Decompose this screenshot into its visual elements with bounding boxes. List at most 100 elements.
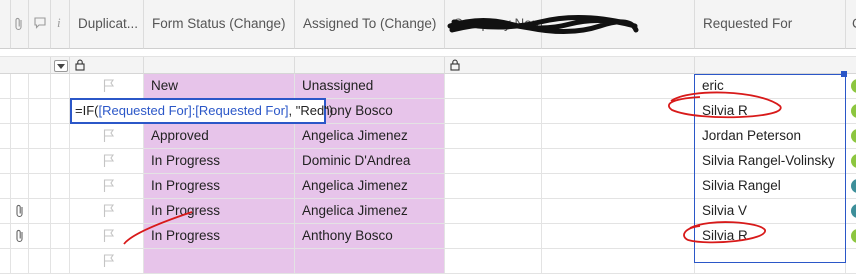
- cell-assigned[interactable]: Dominic D'Andrea: [295, 149, 445, 174]
- cell-rownum[interactable]: [0, 74, 11, 99]
- cell-assigned[interactable]: Unassigned: [295, 74, 445, 99]
- cell-dup[interactable]: [70, 199, 144, 224]
- flag-icon[interactable]: [103, 79, 115, 93]
- flag-icon[interactable]: [103, 229, 115, 243]
- cell-redacted[interactable]: [542, 124, 695, 149]
- selection-handle[interactable]: [841, 71, 847, 77]
- cell-redacted[interactable]: [542, 199, 695, 224]
- flag-icon[interactable]: [103, 179, 115, 193]
- cell-last[interactable]: [846, 124, 856, 149]
- cell-info[interactable]: [51, 99, 70, 124]
- cell-status[interactable]: In Progress: [144, 199, 295, 224]
- column-header-duplicate[interactable]: Duplicat...: [70, 0, 144, 49]
- cell-redacted[interactable]: [542, 74, 695, 99]
- cell-last[interactable]: [846, 249, 856, 274]
- paperclip-icon[interactable]: [15, 204, 25, 218]
- cell-status[interactable]: In Progress: [144, 174, 295, 199]
- column-header-last[interactable]: C: [846, 0, 856, 49]
- cell-info[interactable]: [51, 174, 70, 199]
- cell-last[interactable]: [846, 149, 856, 174]
- cell-assigned[interactable]: Anthony Bosco: [295, 224, 445, 249]
- cell-info[interactable]: [51, 124, 70, 149]
- cell-company[interactable]: [445, 74, 542, 99]
- cell-comment[interactable]: [29, 224, 51, 249]
- lock-cell-company[interactable]: [445, 57, 542, 74]
- cell-comment[interactable]: [29, 124, 51, 149]
- cell-attach[interactable]: [11, 74, 29, 99]
- cell-status[interactable]: In Progress: [144, 149, 295, 174]
- cell-status[interactable]: [144, 249, 295, 274]
- cell-redacted[interactable]: [542, 249, 695, 274]
- cell-comment[interactable]: [29, 74, 51, 99]
- cell-attach[interactable]: [11, 224, 29, 249]
- dropdown-button[interactable]: [54, 60, 68, 72]
- cell-comment[interactable]: [29, 174, 51, 199]
- flag-icon[interactable]: [103, 129, 115, 143]
- paperclip-icon[interactable]: [15, 229, 25, 243]
- cell-dup[interactable]: [70, 174, 144, 199]
- cell-rownum[interactable]: [0, 249, 11, 274]
- cell-info[interactable]: [51, 249, 70, 274]
- flag-icon[interactable]: [103, 254, 115, 268]
- header-attachment[interactable]: [11, 0, 29, 49]
- lock-cell-duplicate[interactable]: [70, 57, 144, 74]
- flag-icon[interactable]: [103, 204, 115, 218]
- cell-company[interactable]: [445, 174, 542, 199]
- cell-last[interactable]: [846, 199, 856, 224]
- cell-info[interactable]: [51, 149, 70, 174]
- cell-assigned[interactable]: Angelica Jimenez: [295, 199, 445, 224]
- cell-dup[interactable]: [70, 124, 144, 149]
- cell-rownum[interactable]: [0, 174, 11, 199]
- cell-dup[interactable]: [70, 249, 144, 274]
- cell-attach[interactable]: [11, 174, 29, 199]
- cell-rownum[interactable]: [0, 149, 11, 174]
- cell-dup[interactable]: [70, 149, 144, 174]
- cell-status[interactable]: Approved: [144, 124, 295, 149]
- cell-company[interactable]: [445, 99, 542, 124]
- cell-redacted[interactable]: [542, 224, 695, 249]
- cell-comment[interactable]: [29, 249, 51, 274]
- cell-redacted[interactable]: [542, 99, 695, 124]
- header-info[interactable]: i: [51, 0, 70, 49]
- cell-company[interactable]: [445, 249, 542, 274]
- cell-assigned[interactable]: Angelica Jimenez: [295, 174, 445, 199]
- lock-row-menu[interactable]: [51, 57, 70, 74]
- cell-comment[interactable]: [29, 149, 51, 174]
- cell-comment[interactable]: [29, 99, 51, 124]
- cell-status[interactable]: New: [144, 74, 295, 99]
- flag-icon[interactable]: [103, 154, 115, 168]
- cell-info[interactable]: [51, 74, 70, 99]
- column-header-form-status[interactable]: Form Status (Change): [144, 0, 295, 49]
- cell-company[interactable]: [445, 199, 542, 224]
- header-comments[interactable]: [29, 0, 51, 49]
- cell-dup[interactable]: [70, 74, 144, 99]
- cell-rownum[interactable]: [0, 124, 11, 149]
- cell-company[interactable]: [445, 149, 542, 174]
- cell-last[interactable]: [846, 99, 856, 124]
- cell-rownum[interactable]: [0, 99, 11, 124]
- cell-status[interactable]: In Progress: [144, 224, 295, 249]
- column-header-requested-for[interactable]: Requested For: [695, 0, 846, 49]
- cell-assigned[interactable]: Angelica Jimenez: [295, 124, 445, 149]
- cell-attach[interactable]: [11, 99, 29, 124]
- formula-editor[interactable]: =IF([Requested For]:[Requested For], "Re…: [70, 98, 333, 124]
- cell-redacted[interactable]: [542, 149, 695, 174]
- cell-info[interactable]: [51, 199, 70, 224]
- cell-attach[interactable]: [11, 124, 29, 149]
- cell-last[interactable]: [846, 74, 856, 99]
- cell-info[interactable]: [51, 224, 70, 249]
- cell-assigned[interactable]: [295, 249, 445, 274]
- cell-rownum[interactable]: [0, 199, 11, 224]
- cell-dup[interactable]: [70, 224, 144, 249]
- cell-company[interactable]: [445, 124, 542, 149]
- cell-last[interactable]: [846, 224, 856, 249]
- cell-rownum[interactable]: [0, 224, 11, 249]
- cell-comment[interactable]: [29, 199, 51, 224]
- column-header-assigned-to[interactable]: Assigned To (Change): [295, 0, 445, 49]
- cell-attach[interactable]: [11, 199, 29, 224]
- cell-company[interactable]: [445, 224, 542, 249]
- cell-redacted[interactable]: [542, 174, 695, 199]
- cell-attach[interactable]: [11, 149, 29, 174]
- cell-attach[interactable]: [11, 249, 29, 274]
- cell-last[interactable]: [846, 174, 856, 199]
